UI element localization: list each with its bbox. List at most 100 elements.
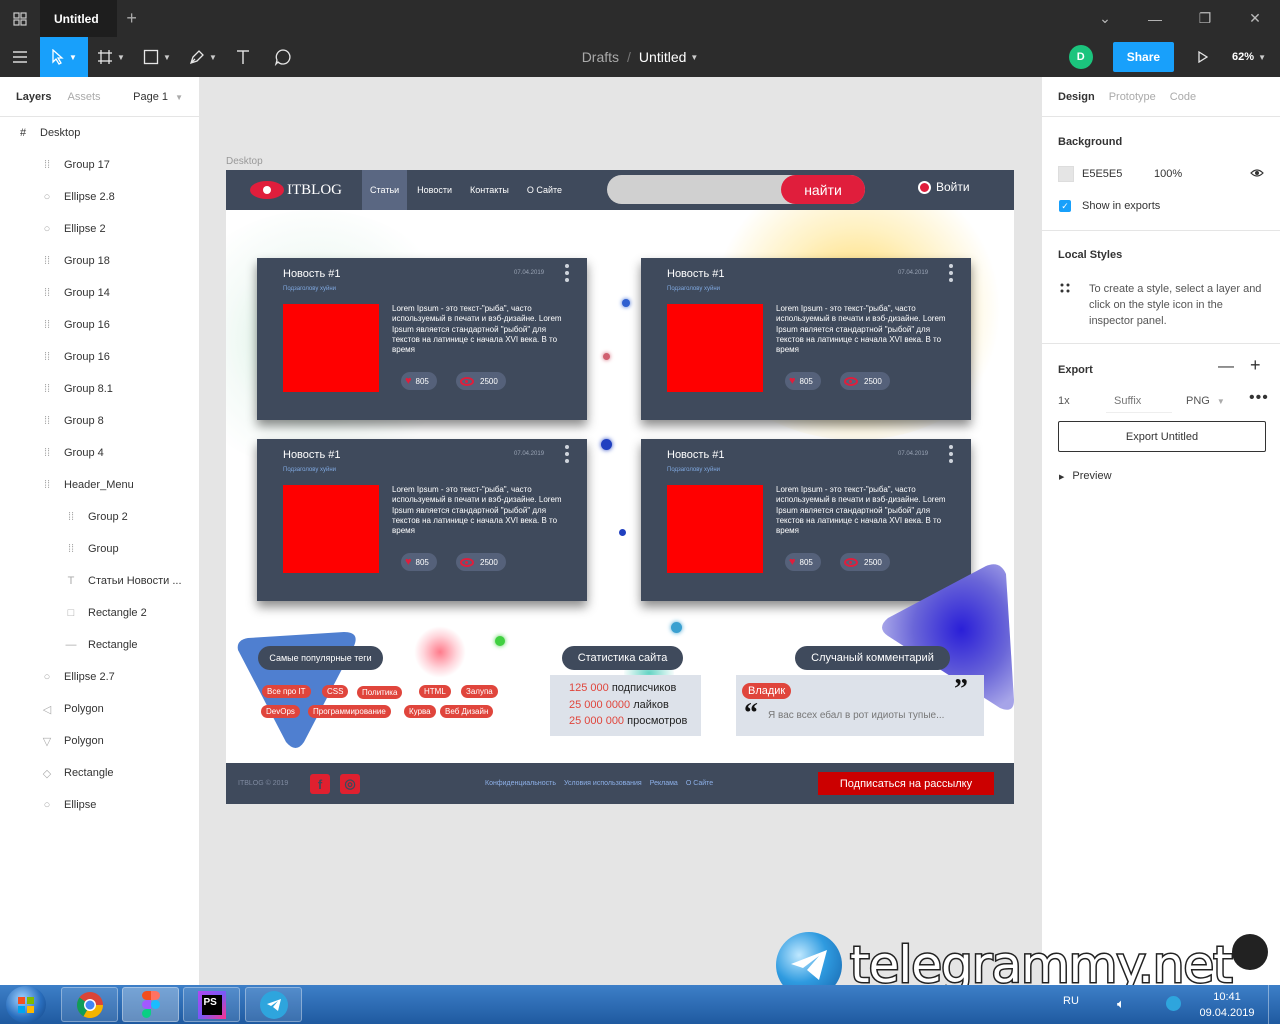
start-button[interactable]: [6, 986, 46, 1023]
card-title[interactable]: Новость #1: [283, 449, 340, 461]
add-export-icon[interactable]: +: [1250, 355, 1261, 376]
main-menu-icon[interactable]: [0, 37, 40, 77]
chevron-down-icon[interactable]: ⌄: [1080, 0, 1130, 37]
page-selector[interactable]: Page 1 ▼: [133, 91, 183, 103]
layer-row[interactable]: □ Rectangle 2: [0, 597, 199, 629]
card-title[interactable]: Новость #1: [667, 449, 724, 461]
likes-pill[interactable]: ♥ 805: [785, 372, 821, 390]
close-icon[interactable]: ✕: [1230, 0, 1280, 37]
pen-tool[interactable]: ▼: [180, 37, 226, 77]
subscribe-button[interactable]: Подписаться на рассылку: [818, 772, 994, 795]
layer-row[interactable]: ⁞⁞ Header_Menu: [0, 469, 199, 501]
layer-row[interactable]: ⁞⁞ Group 8.1: [0, 373, 199, 405]
layer-row[interactable]: T Статьи Новости ...: [0, 565, 199, 597]
site-logo[interactable]: ITBLOG: [250, 181, 362, 199]
frame-tool[interactable]: ▼: [88, 37, 134, 77]
comment-author[interactable]: Владик: [742, 683, 792, 699]
footer-link-terms[interactable]: Условия использования: [564, 780, 642, 787]
bg-opacity[interactable]: 100%: [1154, 168, 1182, 180]
eye-icon[interactable]: [1250, 167, 1264, 182]
news-card[interactable]: Новость #1 Подзаголову хуйни 07.04.2019 Lor…: [257, 439, 587, 601]
share-button[interactable]: Share: [1112, 42, 1175, 72]
chevron-down-icon[interactable]: ▼: [690, 53, 698, 62]
tab-assets[interactable]: Assets: [67, 91, 100, 103]
taskbar-telegram[interactable]: [245, 987, 302, 1022]
footer-link-privacy[interactable]: Конфиденциальность: [485, 780, 556, 787]
zoom-menu[interactable]: 62% ▼: [1232, 51, 1266, 63]
layer-row[interactable]: ○ Ellipse 2.8: [0, 181, 199, 213]
layer-row[interactable]: ◁ Polygon: [0, 693, 199, 725]
clock[interactable]: 10:41 09.04.2019: [1196, 989, 1258, 1021]
tag-item[interactable]: DevOps: [261, 705, 300, 718]
language-indicator[interactable]: RU: [1063, 995, 1079, 1007]
show-exports-checkbox[interactable]: ✓: [1059, 200, 1071, 212]
preview-toggle[interactable]: ▶ Preview: [1059, 470, 1112, 482]
taskbar-phpstorm[interactable]: PS: [183, 987, 240, 1022]
tray-telegram-icon[interactable]: [1166, 996, 1181, 1011]
news-card[interactable]: Новость #1 Подзаголову хуйни 07.04.2019 Lor…: [641, 258, 971, 420]
layer-row[interactable]: ⁞⁞ Group 16: [0, 341, 199, 373]
nav-contacts[interactable]: Контакты: [462, 170, 517, 210]
site-search-input[interactable]: найти: [607, 175, 865, 204]
more-options-icon[interactable]: •••: [1249, 389, 1269, 407]
tag-item[interactable]: CSS: [322, 685, 349, 698]
move-tool[interactable]: ▼: [40, 37, 88, 77]
tag-item[interactable]: Веб Дизайн: [440, 705, 494, 718]
nav-about[interactable]: О Сайте: [519, 170, 570, 210]
frame-label[interactable]: Desktop: [226, 156, 263, 167]
footer-link-about[interactable]: О Сайте: [686, 780, 713, 787]
volume-icon[interactable]: 🔈︎: [1117, 996, 1125, 1012]
app-grid-icon[interactable]: [0, 0, 40, 37]
export-format-select[interactable]: PNG ▼: [1186, 395, 1225, 407]
card-image[interactable]: [667, 304, 763, 392]
layer-row[interactable]: ⁞⁞ Group 8: [0, 405, 199, 437]
tag-item[interactable]: Программирование: [308, 705, 391, 718]
more-vertical-icon[interactable]: [947, 445, 955, 463]
present-button[interactable]: [1174, 51, 1232, 63]
remove-export-icon[interactable]: —: [1218, 358, 1234, 376]
card-image[interactable]: [283, 304, 379, 392]
layer-row[interactable]: ⁞⁞ Group 14: [0, 277, 199, 309]
bg-color-hex[interactable]: E5E5E5: [1082, 168, 1122, 180]
layer-row[interactable]: ○ Ellipse: [0, 789, 199, 821]
layer-row[interactable]: ⁞⁞ Group 16: [0, 309, 199, 341]
layer-row[interactable]: ⁞⁞ Group 4: [0, 437, 199, 469]
tag-item[interactable]: Залупа: [461, 685, 498, 698]
likes-pill[interactable]: ♥ 805: [401, 372, 437, 390]
site-login[interactable]: Войти: [918, 180, 970, 194]
layer-row[interactable]: ⁞⁞ Group 18: [0, 245, 199, 277]
likes-pill[interactable]: ♥ 805: [401, 553, 437, 571]
footer-link-ads[interactable]: Реклама: [650, 780, 678, 787]
tag-item[interactable]: Курва: [404, 705, 436, 718]
facebook-icon[interactable]: f: [310, 774, 330, 794]
taskbar-figma[interactable]: [122, 987, 179, 1022]
tag-item[interactable]: Политика: [357, 686, 403, 699]
tab-design[interactable]: Design: [1058, 91, 1095, 103]
shape-tool[interactable]: ▼: [134, 37, 180, 77]
layer-row[interactable]: # Desktop: [0, 117, 199, 149]
more-vertical-icon[interactable]: [563, 445, 571, 463]
news-card[interactable]: Новость #1 Подзаголову хуйни 07.04.2019 Lor…: [257, 258, 587, 420]
tab-code[interactable]: Code: [1170, 91, 1196, 103]
bg-color-swatch[interactable]: [1058, 166, 1074, 182]
views-pill[interactable]: 2500: [840, 372, 890, 390]
taskbar-chrome[interactable]: [61, 987, 118, 1022]
avatar[interactable]: D: [1068, 45, 1093, 69]
nav-articles[interactable]: Статьи: [362, 170, 408, 210]
layer-row[interactable]: ○ Ellipse 2: [0, 213, 199, 245]
export-button[interactable]: Export Untitled: [1058, 421, 1266, 452]
file-tab[interactable]: Untitled: [40, 0, 117, 37]
new-tab-plus-icon[interactable]: +: [117, 8, 147, 29]
show-desktop-button[interactable]: [1268, 985, 1280, 1024]
comment-tool[interactable]: [260, 37, 306, 77]
nav-news[interactable]: Новости: [409, 170, 460, 210]
breadcrumb-drafts[interactable]: Drafts: [582, 49, 619, 65]
export-suffix-input[interactable]: [1106, 389, 1172, 413]
file-name[interactable]: Untitled: [639, 49, 686, 65]
card-image[interactable]: [283, 485, 379, 573]
layer-row[interactable]: ⁞⁞ Group: [0, 533, 199, 565]
tab-layers[interactable]: Layers: [16, 91, 51, 103]
more-vertical-icon[interactable]: [563, 264, 571, 282]
card-title[interactable]: Новость #1: [667, 268, 724, 280]
site-search-button[interactable]: найти: [781, 175, 865, 204]
